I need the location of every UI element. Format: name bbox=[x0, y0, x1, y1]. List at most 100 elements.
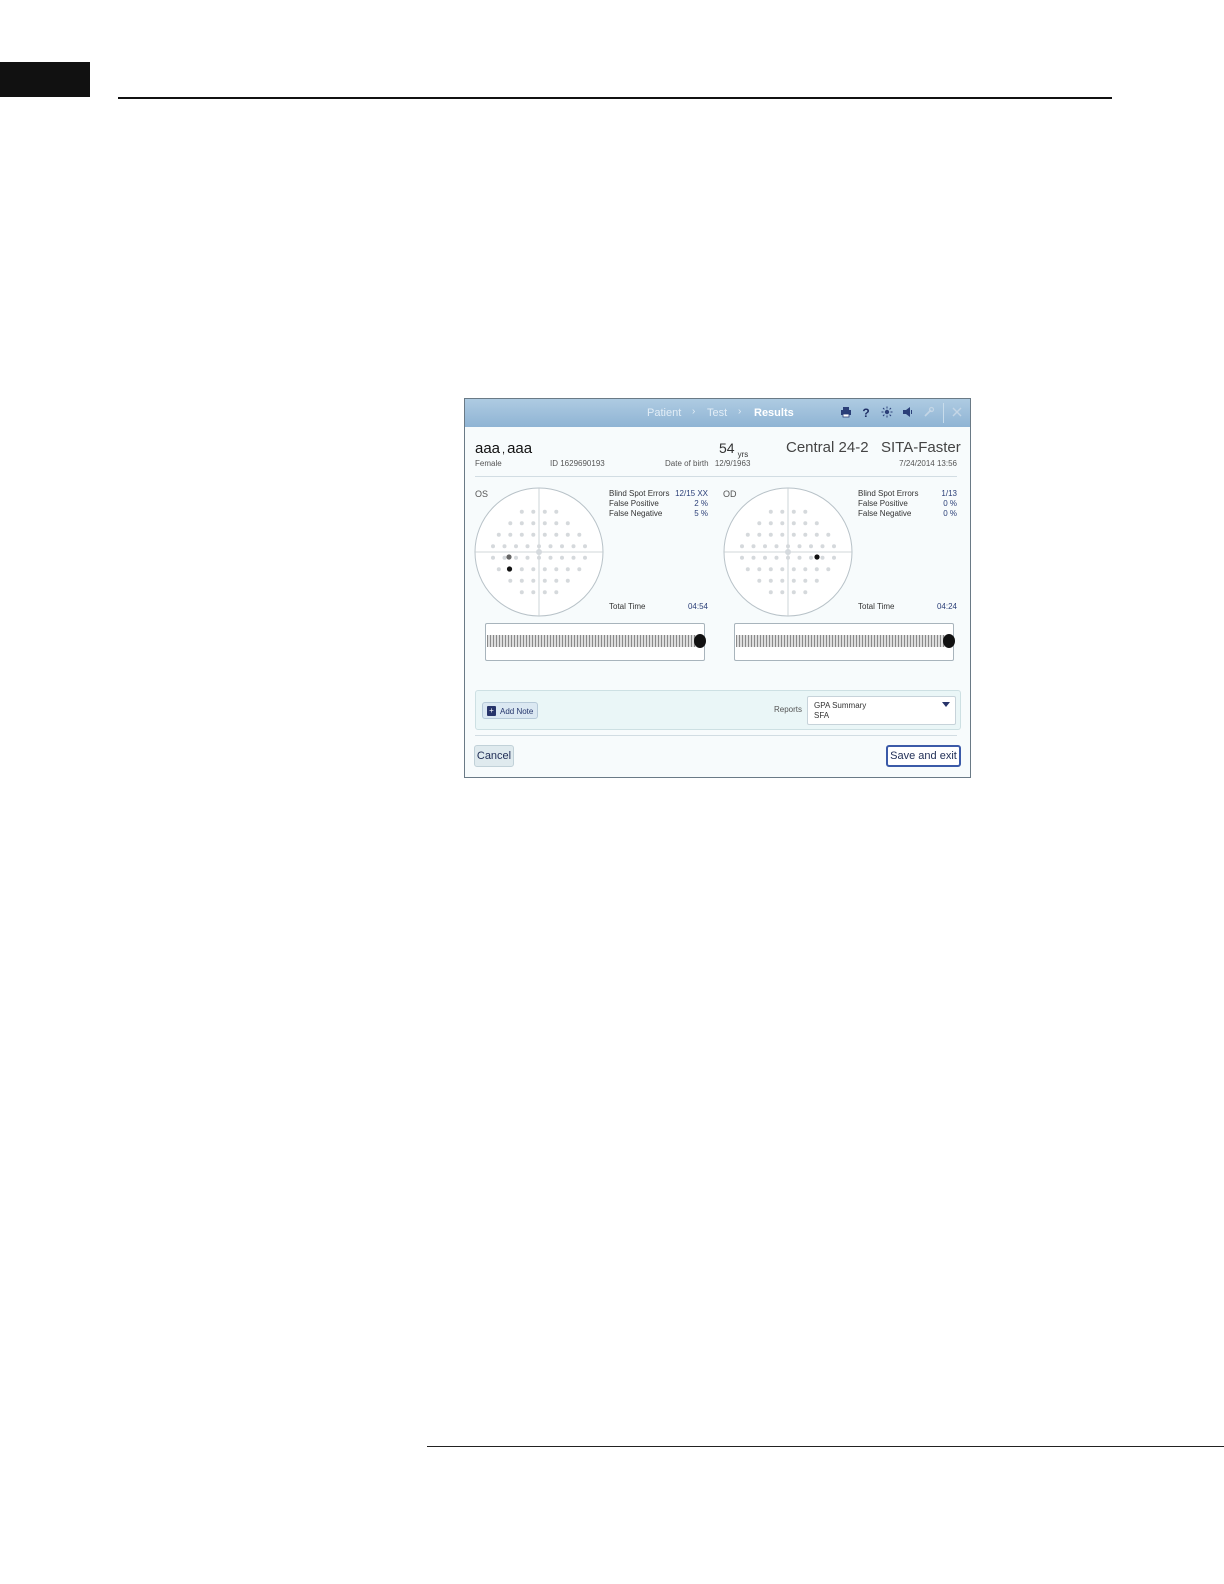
dob-label: Date of birth bbox=[665, 459, 709, 468]
test-pattern: Central 24-2 bbox=[786, 439, 869, 456]
test-point bbox=[542, 509, 547, 514]
svg-text:?: ? bbox=[862, 406, 869, 418]
test-point bbox=[820, 544, 825, 549]
patient-dob: Date of birth 12/9/1963 bbox=[665, 459, 750, 468]
stat-value-blind-spot-os: 12/15 XX bbox=[675, 489, 708, 498]
test-strategy: SITA-Faster bbox=[881, 439, 961, 456]
test-timeline-os bbox=[485, 623, 706, 661]
test-point bbox=[537, 544, 541, 549]
test-point bbox=[514, 544, 518, 549]
test-point bbox=[548, 544, 553, 549]
test-point bbox=[757, 532, 762, 537]
patient-age-value: 54 bbox=[719, 440, 735, 456]
test-point bbox=[565, 567, 570, 572]
test-point bbox=[768, 578, 773, 583]
test-point bbox=[531, 567, 536, 572]
test-point bbox=[740, 555, 744, 560]
breadcrumb-chevron-icon: › bbox=[738, 406, 742, 417]
test-point bbox=[519, 578, 524, 583]
total-time-label-od: Total Time bbox=[858, 602, 895, 611]
test-point bbox=[554, 532, 559, 537]
test-point bbox=[763, 544, 767, 549]
test-point bbox=[554, 567, 559, 572]
test-point bbox=[814, 578, 819, 583]
reports-select[interactable]: GPA Summary SFA bbox=[807, 696, 956, 725]
test-point bbox=[508, 532, 513, 537]
test-point bbox=[768, 590, 773, 595]
results-window: Patient › Test › Results ? aaa , aaa Fem… bbox=[464, 398, 971, 778]
test-point bbox=[571, 555, 576, 560]
volume-icon[interactable] bbox=[902, 406, 914, 418]
save-and-exit-button[interactable]: Save and exit bbox=[886, 745, 961, 767]
reports-option-sfa[interactable]: SFA bbox=[814, 711, 829, 720]
close-icon[interactable] bbox=[951, 406, 963, 418]
test-point bbox=[745, 532, 750, 537]
patient-gender: Female bbox=[475, 459, 502, 468]
fixation-point bbox=[785, 549, 791, 555]
test-point bbox=[820, 555, 825, 560]
breadcrumb-test[interactable]: Test bbox=[707, 407, 727, 419]
stat-label-false-negative-os: False Negative bbox=[609, 509, 663, 518]
test-point bbox=[809, 555, 813, 560]
footer-rule bbox=[427, 1446, 1224, 1447]
printer-icon[interactable] bbox=[840, 406, 852, 418]
test-point bbox=[791, 567, 796, 572]
test-point bbox=[768, 509, 773, 514]
stat-label-false-positive-od: False Positive bbox=[858, 499, 908, 508]
test-point bbox=[560, 544, 564, 549]
total-time-value-os: 04:54 bbox=[687, 602, 708, 611]
patient-first-name: aaa bbox=[475, 440, 501, 457]
test-point bbox=[496, 532, 501, 537]
test-point bbox=[496, 567, 501, 572]
patient-age-unit: yrs bbox=[737, 450, 749, 459]
visual-field-os bbox=[474, 487, 604, 617]
reports-label: Reports bbox=[774, 705, 803, 714]
patient-name: aaa, aaa bbox=[475, 440, 532, 457]
test-point bbox=[525, 555, 530, 560]
test-point bbox=[502, 544, 507, 549]
brightness-icon[interactable] bbox=[881, 406, 893, 418]
test-point bbox=[554, 521, 559, 526]
patient-id-value: 1629690193 bbox=[560, 459, 605, 468]
test-point bbox=[797, 555, 802, 560]
test-point bbox=[519, 521, 524, 526]
test-point bbox=[786, 555, 790, 560]
help-icon[interactable]: ? bbox=[860, 406, 872, 418]
test-point bbox=[565, 578, 570, 583]
test-point bbox=[751, 544, 756, 549]
wrench-icon[interactable] bbox=[923, 406, 935, 418]
test-point bbox=[542, 590, 547, 595]
test-point bbox=[502, 555, 507, 560]
test-point bbox=[832, 544, 836, 549]
stat-value-blind-spot-od: 1/13 bbox=[941, 489, 957, 498]
test-point bbox=[826, 532, 831, 537]
chevron-down-icon[interactable] bbox=[942, 702, 950, 707]
test-point bbox=[832, 555, 836, 560]
test-point bbox=[791, 590, 796, 595]
test-point bbox=[803, 590, 808, 595]
reports-option-gpa-summary[interactable]: GPA Summary bbox=[814, 701, 866, 710]
test-point bbox=[491, 544, 495, 549]
test-point bbox=[786, 544, 790, 549]
cancel-button[interactable]: Cancel bbox=[474, 745, 514, 767]
breadcrumb-patient[interactable]: Patient bbox=[647, 407, 681, 419]
patient-id: ID 1629690193 bbox=[550, 459, 605, 468]
header-separator bbox=[475, 476, 957, 477]
test-point bbox=[814, 521, 819, 526]
breadcrumb-results[interactable]: Results bbox=[754, 407, 794, 419]
stat-value-false-negative-os: 5 % bbox=[694, 509, 708, 518]
test-point bbox=[519, 532, 524, 537]
add-note-button[interactable]: + Add Note bbox=[482, 702, 538, 719]
test-point bbox=[757, 578, 762, 583]
test-point bbox=[768, 567, 773, 572]
blind-spot-marker bbox=[814, 554, 820, 560]
test-point bbox=[531, 509, 536, 514]
test-point bbox=[560, 555, 564, 560]
test-point bbox=[757, 521, 762, 526]
test-point bbox=[803, 578, 808, 583]
test-point bbox=[763, 555, 767, 560]
timeline-end-marker bbox=[694, 634, 706, 648]
test-point bbox=[791, 521, 796, 526]
test-point bbox=[745, 567, 750, 572]
notes-panel: + Add Note Reports GPA Summary SFA bbox=[475, 690, 961, 730]
